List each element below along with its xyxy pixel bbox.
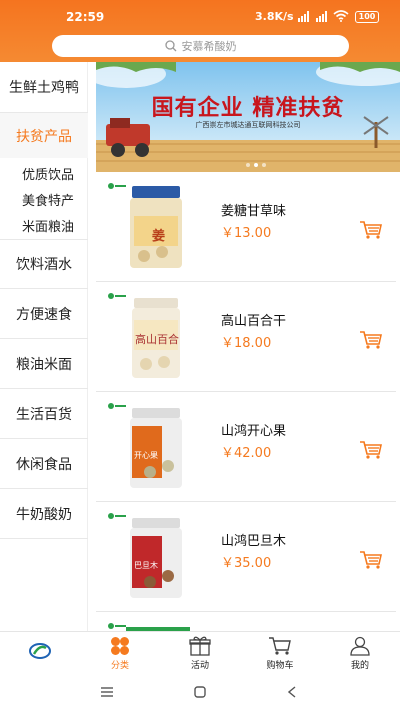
jar-label: 开心果	[134, 451, 158, 460]
add-to-cart-icon[interactable]	[359, 440, 383, 460]
back-icon[interactable]	[288, 686, 296, 698]
product-price: ￥35.00	[221, 556, 272, 571]
product-item[interactable]: 高山百合 高山百合干 ￥18.00	[96, 282, 396, 392]
product-item-partial[interactable]	[96, 612, 396, 631]
sidebar-item-daily-goods[interactable]: 生活百货	[0, 389, 88, 438]
jar-label: 姜	[152, 229, 166, 244]
cart-icon	[269, 637, 291, 655]
signal-icon	[298, 11, 309, 22]
menu-icon[interactable]	[101, 687, 113, 697]
network-speed: 3.8K/s	[255, 10, 294, 23]
product-item[interactable]: 开心果 山鸿开心果 ￥42.00	[96, 392, 396, 502]
top-header: 22:59 3.8K/s 100 安慕希酸奶	[0, 0, 400, 62]
nav-home-logo[interactable]	[10, 642, 70, 662]
nav-activity[interactable]: 活动	[170, 636, 230, 671]
search-bar[interactable]: 安慕希酸奶	[52, 35, 349, 57]
sidebar-item-poverty-products[interactable]: 扶贫产品	[0, 113, 88, 158]
brand-logo-icon	[108, 293, 126, 299]
jar-label: 巴旦木	[134, 561, 158, 570]
brand-logo-icon	[108, 623, 126, 629]
product-name: 姜糖甘草味	[221, 204, 287, 219]
search-icon	[164, 40, 176, 52]
sidebar-item-fresh-poultry[interactable]: 生鲜土鸡鸭	[0, 62, 88, 112]
signal-icon-2	[316, 11, 327, 22]
nav-profile[interactable]: 我的	[330, 636, 390, 671]
home-icon[interactable]	[194, 686, 206, 698]
sidebar-item-snacks[interactable]: 休闲食品	[0, 439, 88, 488]
product-price: ￥42.00	[221, 446, 272, 461]
search-placeholder: 安慕希酸奶	[181, 40, 237, 53]
sidebar-item-dairy[interactable]: 牛奶酸奶	[0, 489, 88, 538]
add-to-cart-icon[interactable]	[359, 220, 383, 240]
banner-headline: 国有企业 精准扶贫	[151, 96, 345, 121]
subcategory-drinks[interactable]: 优质饮品	[22, 164, 74, 183]
product-price: ￥13.00	[221, 226, 272, 241]
status-bar: 22:59 3.8K/s 100	[0, 0, 400, 34]
wifi-icon	[333, 10, 349, 22]
nav-category[interactable]: 分类	[90, 636, 150, 671]
product-item[interactable]: 姜 姜糖甘草味 ￥13.00	[96, 172, 396, 282]
nav-cart[interactable]: 购物车	[250, 636, 310, 671]
brand-logo-icon	[108, 403, 126, 409]
gift-icon	[189, 636, 211, 656]
category-sidebar: 生鲜土鸡鸭 扶贫产品 优质饮品 美食特产 米面粮油 饮料酒水 方便速食 粮油米面…	[0, 62, 88, 632]
subcategory-specialties[interactable]: 美食特产	[22, 190, 74, 209]
battery-indicator: 100	[355, 11, 379, 23]
add-to-cart-icon[interactable]	[359, 330, 383, 350]
product-name: 山鸿巴旦木	[221, 534, 287, 549]
product-name: 高山百合干	[221, 314, 287, 329]
app-logo-icon	[29, 643, 51, 659]
jar-label: 高山百合	[135, 333, 179, 346]
user-icon	[350, 636, 370, 656]
category-icon	[111, 637, 129, 655]
promo-banner[interactable]: 国有企业 精准扶贫 广西崇左市城达通互联网科技公司	[96, 62, 400, 172]
product-price: ￥18.00	[221, 336, 272, 351]
status-time: 22:59	[66, 10, 105, 24]
subcategory-grain-oil[interactable]: 米面粮油	[22, 216, 74, 235]
banner-company: 广西崇左市城达通互联网科技公司	[195, 121, 301, 129]
add-to-cart-icon[interactable]	[359, 550, 383, 570]
product-name: 山鸿开心果	[221, 424, 287, 439]
nav-cart-label: 购物车	[266, 661, 294, 671]
sidebar-item-grain-oil[interactable]: 粮油米面	[0, 339, 88, 388]
sidebar-item-beverages[interactable]: 饮料酒水	[0, 240, 88, 287]
divider	[0, 538, 88, 539]
nav-profile-label: 我的	[350, 661, 369, 671]
nav-activity-label: 活动	[190, 661, 209, 671]
nav-category-label: 分类	[110, 661, 129, 671]
bottom-navigation: 分类 活动 购物车 我的	[0, 631, 400, 673]
brand-logo-icon	[108, 183, 126, 189]
sidebar-item-instant-food[interactable]: 方便速食	[0, 289, 88, 338]
product-item[interactable]: 巴旦木 山鸿巴旦木 ￥35.00	[96, 502, 396, 612]
product-image	[130, 408, 182, 488]
system-nav-bar	[0, 673, 400, 711]
product-image	[130, 518, 182, 598]
brand-logo-icon	[108, 513, 126, 519]
